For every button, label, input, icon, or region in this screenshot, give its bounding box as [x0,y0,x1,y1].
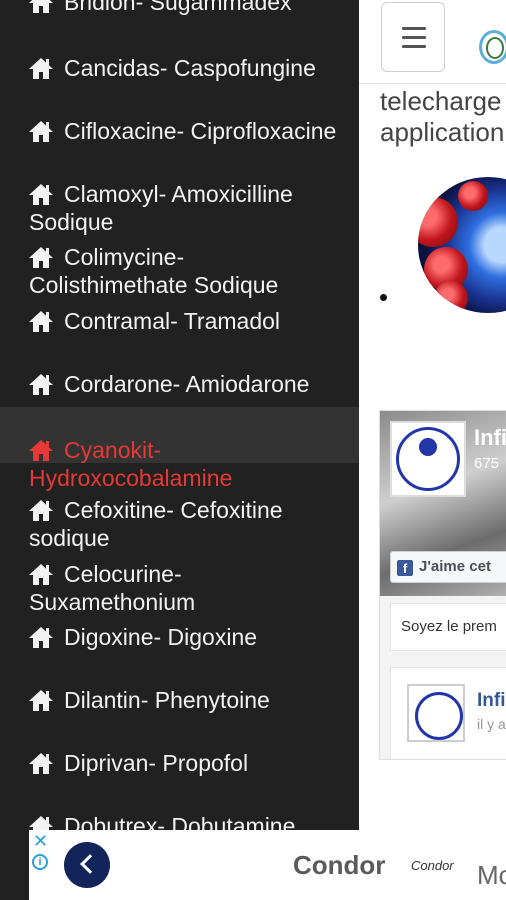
sidebar-item[interactable]: Cifloxacine- Ciprofloxacine [0,117,359,180]
app-screen: telecharge application Infi 675 f J'aime… [0,0,506,900]
like-label: J'aime cet [419,558,491,575]
sidebar-item-label: Colimycine- Colisthimethate Sodique [29,244,279,298]
facebook-widget: Infi 675 f J'aime cet Soyez le prem Infi… [379,410,506,760]
post-author[interactable]: Infi [477,690,506,712]
text-line: telecharge [380,86,502,116]
top-bar [359,0,506,84]
chevron-left-icon [80,854,100,874]
sidebar-item-label: Celocurine- Suxamethonium [29,561,196,615]
close-icon[interactable]: ✕ [33,832,48,850]
sidebar-item-label: Cordarone- Amiodarone [64,371,310,397]
sidebar-item-label: Bridion- Sugammadex [64,0,292,15]
facebook-icon: f [397,560,413,576]
heart-illustration [418,177,506,313]
hamburger-icon [402,36,426,39]
sidebar-item-label: Cyanokit- Hydroxocobalamine [29,437,233,491]
hamburger-icon [402,27,426,30]
text-line: application [380,117,505,147]
sidebar-item[interactable]: Cefoxitine- Cefoxitine sodique [0,496,359,559]
sidebar-item[interactable]: Colimycine- Colisthimethate Sodique [0,243,359,306]
ad-logo: Condor [411,858,454,873]
sidebar-item-label: Clamoxyl- Amoxicilline Sodique [29,181,293,235]
menu-button[interactable] [381,2,445,72]
partial-text: Mc [477,860,506,890]
facebook-post: Infi il y a [390,667,506,759]
sidebar-item[interactable]: Clamoxyl- Amoxicilline Sodique [0,180,359,243]
page-avatar[interactable] [390,421,466,497]
main-content: telecharge application Infi 675 f J'aime… [359,0,506,900]
bullet-dot [380,294,387,301]
sidebar-item[interactable]: Digoxine- Digoxine [0,623,359,686]
sidebar-item-label: Dilantin- Phenytoine [64,687,270,713]
ad-title: Condor [293,850,386,880]
sidebar-item-label: Cancidas- Caspofungine [64,55,316,81]
ad-back-button[interactable] [64,842,110,888]
sidebar-item[interactable]: Cyanokit- Hydroxocobalamine [0,407,359,491]
hamburger-icon [402,45,426,48]
page-name[interactable]: Infi [474,425,506,451]
be-first-text: Soyez le prem [401,618,497,635]
sidebar-item-label: Cefoxitine- Cefoxitine sodique [29,497,283,551]
sidebar-item[interactable]: Celocurine- Suxamethonium [0,560,359,623]
navigation-drawer: Bridion- Sugammadex Cancidas- Caspofungin… [0,0,359,900]
sidebar-item-label: Contramal- Tramadol [64,308,281,334]
info-icon[interactable]: i [32,854,48,870]
sidebar-item[interactable]: Dilantin- Phenytoine [0,686,359,749]
be-first-box: Soyez le prem [390,603,506,651]
download-text: telecharge application [380,86,506,148]
sidebar-item[interactable]: Cancidas- Caspofungine [0,54,359,117]
sidebar-item[interactable]: Diprivan- Propofol [0,749,359,812]
sidebar-item[interactable]: Contramal- Tramadol [0,307,359,370]
post-avatar[interactable] [407,684,465,742]
sidebar-item-label: Diprivan- Propofol [64,750,249,776]
sidebar-item-label: Digoxine- Digoxine [64,624,258,650]
sidebar-item[interactable]: Bridion- Sugammadex [0,0,359,51]
post-time: il y a [477,716,506,732]
page-likes-count: 675 [474,455,500,472]
sidebar-item-label: Cifloxacine- Ciprofloxacine [64,118,337,144]
like-page-button[interactable]: f J'aime cet [390,551,506,583]
ad-banner[interactable]: ✕ i Condor Condor [29,830,478,900]
app-logo [479,30,506,64]
